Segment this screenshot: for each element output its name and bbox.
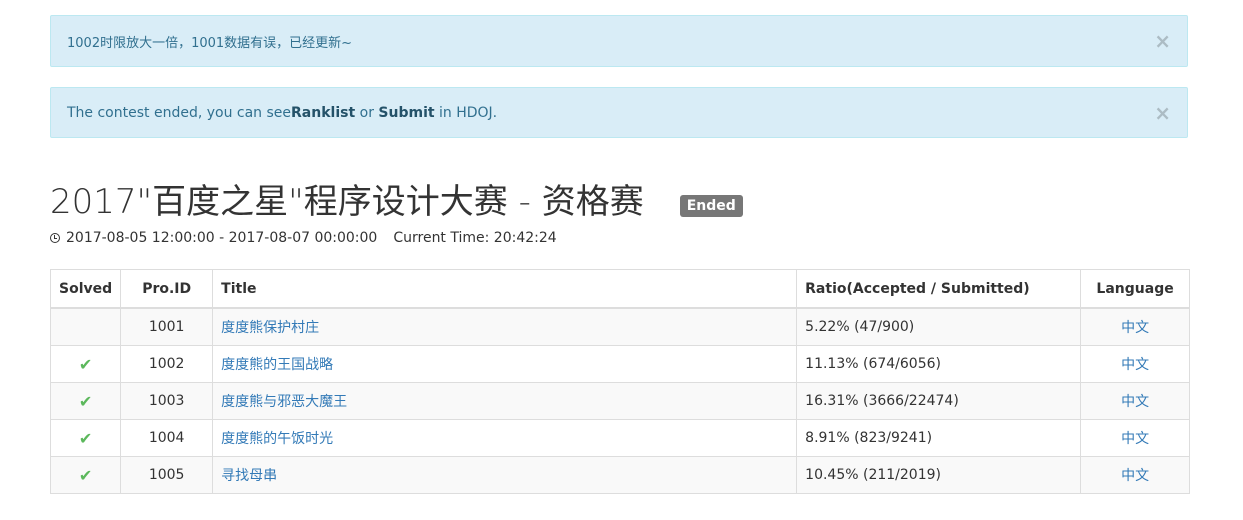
contest-ended-alert: The contest ended, you can see Ranklist … xyxy=(50,87,1188,138)
check-icon: ✔ xyxy=(78,391,93,411)
language-link[interactable]: 中文 xyxy=(1121,357,1149,373)
table-header-row: Solved Pro.ID Title Ratio(Accepted / Sub… xyxy=(49,269,1190,309)
problem-title-link[interactable]: 度度熊的王国战略 xyxy=(221,357,333,373)
status-badge: Ended xyxy=(679,195,743,217)
language-cell: 中文 xyxy=(1080,419,1190,457)
check-icon: ✔ xyxy=(78,465,93,485)
contest-title: 2017"百度之星"程序设计大赛 - 资格赛 xyxy=(50,182,644,222)
ended-text-or: or xyxy=(355,104,379,121)
ratio-cell: 11.13% (674/6056) xyxy=(796,345,1082,383)
table-row: ✔ 1004 度度熊的午饭时光 8.91% (823/9241) 中文 xyxy=(49,419,1190,457)
problem-id: 1003 xyxy=(120,382,214,420)
problem-table: Solved Pro.ID Title Ratio(Accepted / Sub… xyxy=(49,269,1190,494)
ratio-cell: 10.45% (211/2019) xyxy=(796,456,1082,494)
problem-title-link[interactable]: 度度熊保护村庄 xyxy=(221,320,319,336)
title-cell: 寻找母串 xyxy=(212,456,798,494)
check-icon: ✔ xyxy=(78,428,93,448)
title-cell: 度度熊的午饭时光 xyxy=(212,419,798,457)
solved-cell: ✔ xyxy=(49,456,122,494)
ratio-cell: 8.91% (823/9241) xyxy=(796,419,1082,457)
notice-alert: 1002时限放大一倍，1001数据有误，已经更新~ × xyxy=(50,15,1188,67)
ended-text-suffix: in HDOJ. xyxy=(434,104,498,121)
ranklist-link[interactable]: Ranklist xyxy=(291,105,355,121)
solved-cell: ✔ xyxy=(49,345,122,383)
solved-cell xyxy=(49,307,122,346)
solved-cell: ✔ xyxy=(49,419,122,457)
table-row: ✔ 1005 寻找母串 10.45% (211/2019) 中文 xyxy=(49,456,1190,494)
header-pro-id: Pro.ID xyxy=(120,269,214,309)
contest-time-row: 2017-08-05 12:00:00 - 2017-08-07 00:00:0… xyxy=(50,230,557,246)
problem-id: 1004 xyxy=(120,419,214,457)
problem-id: 1005 xyxy=(120,456,214,494)
title-cell: 度度熊与邪恶大魔王 xyxy=(212,382,798,420)
solved-cell: ✔ xyxy=(49,382,122,420)
language-cell: 中文 xyxy=(1080,456,1190,494)
language-cell: 中文 xyxy=(1080,345,1190,383)
notice-text: 1002时限放大一倍，1001数据有误，已经更新~ xyxy=(67,35,353,51)
header-ratio: Ratio(Accepted / Submitted) xyxy=(796,269,1082,309)
problem-id: 1002 xyxy=(120,345,214,383)
clock-icon xyxy=(50,233,60,243)
check-icon: ✔ xyxy=(78,354,93,374)
header-solved: Solved xyxy=(49,269,122,309)
ratio-cell: 16.31% (3666/22474) xyxy=(796,382,1082,420)
problem-title-link[interactable]: 度度熊与邪恶大魔王 xyxy=(221,394,347,410)
contest-time-range: 2017-08-05 12:00:00 - 2017-08-07 00:00:0… xyxy=(66,230,378,246)
current-time: Current Time: 20:42:24 xyxy=(393,230,557,246)
ratio-cell: 5.22% (47/900) xyxy=(796,307,1082,346)
language-link[interactable]: 中文 xyxy=(1121,320,1149,336)
language-link[interactable]: 中文 xyxy=(1121,394,1149,410)
close-icon[interactable]: × xyxy=(1154,31,1171,51)
language-link[interactable]: 中文 xyxy=(1121,431,1149,447)
ended-text-prefix: The contest ended, you can see xyxy=(67,104,292,121)
problem-title-link[interactable]: 寻找母串 xyxy=(221,468,277,484)
table-row: ✔ 1003 度度熊与邪恶大魔王 16.31% (3666/22474) 中文 xyxy=(49,382,1190,420)
table-row: 1001 度度熊保护村庄 5.22% (47/900) 中文 xyxy=(49,307,1190,346)
header-title: Title xyxy=(212,269,798,309)
language-cell: 中文 xyxy=(1080,382,1190,420)
close-icon[interactable]: × xyxy=(1154,103,1171,123)
problem-title-link[interactable]: 度度熊的午饭时光 xyxy=(221,431,333,447)
header-language: Language xyxy=(1080,269,1190,309)
table-row: ✔ 1002 度度熊的王国战略 11.13% (674/6056) 中文 xyxy=(49,345,1190,383)
submit-link[interactable]: Submit xyxy=(378,105,434,121)
contest-header: 2017"百度之星"程序设计大赛 - 资格赛 Ended xyxy=(50,178,743,226)
language-cell: 中文 xyxy=(1080,307,1190,346)
title-cell: 度度熊的王国战略 xyxy=(212,345,798,383)
language-link[interactable]: 中文 xyxy=(1121,468,1149,484)
title-cell: 度度熊保护村庄 xyxy=(212,307,798,346)
problem-id: 1001 xyxy=(120,307,214,346)
